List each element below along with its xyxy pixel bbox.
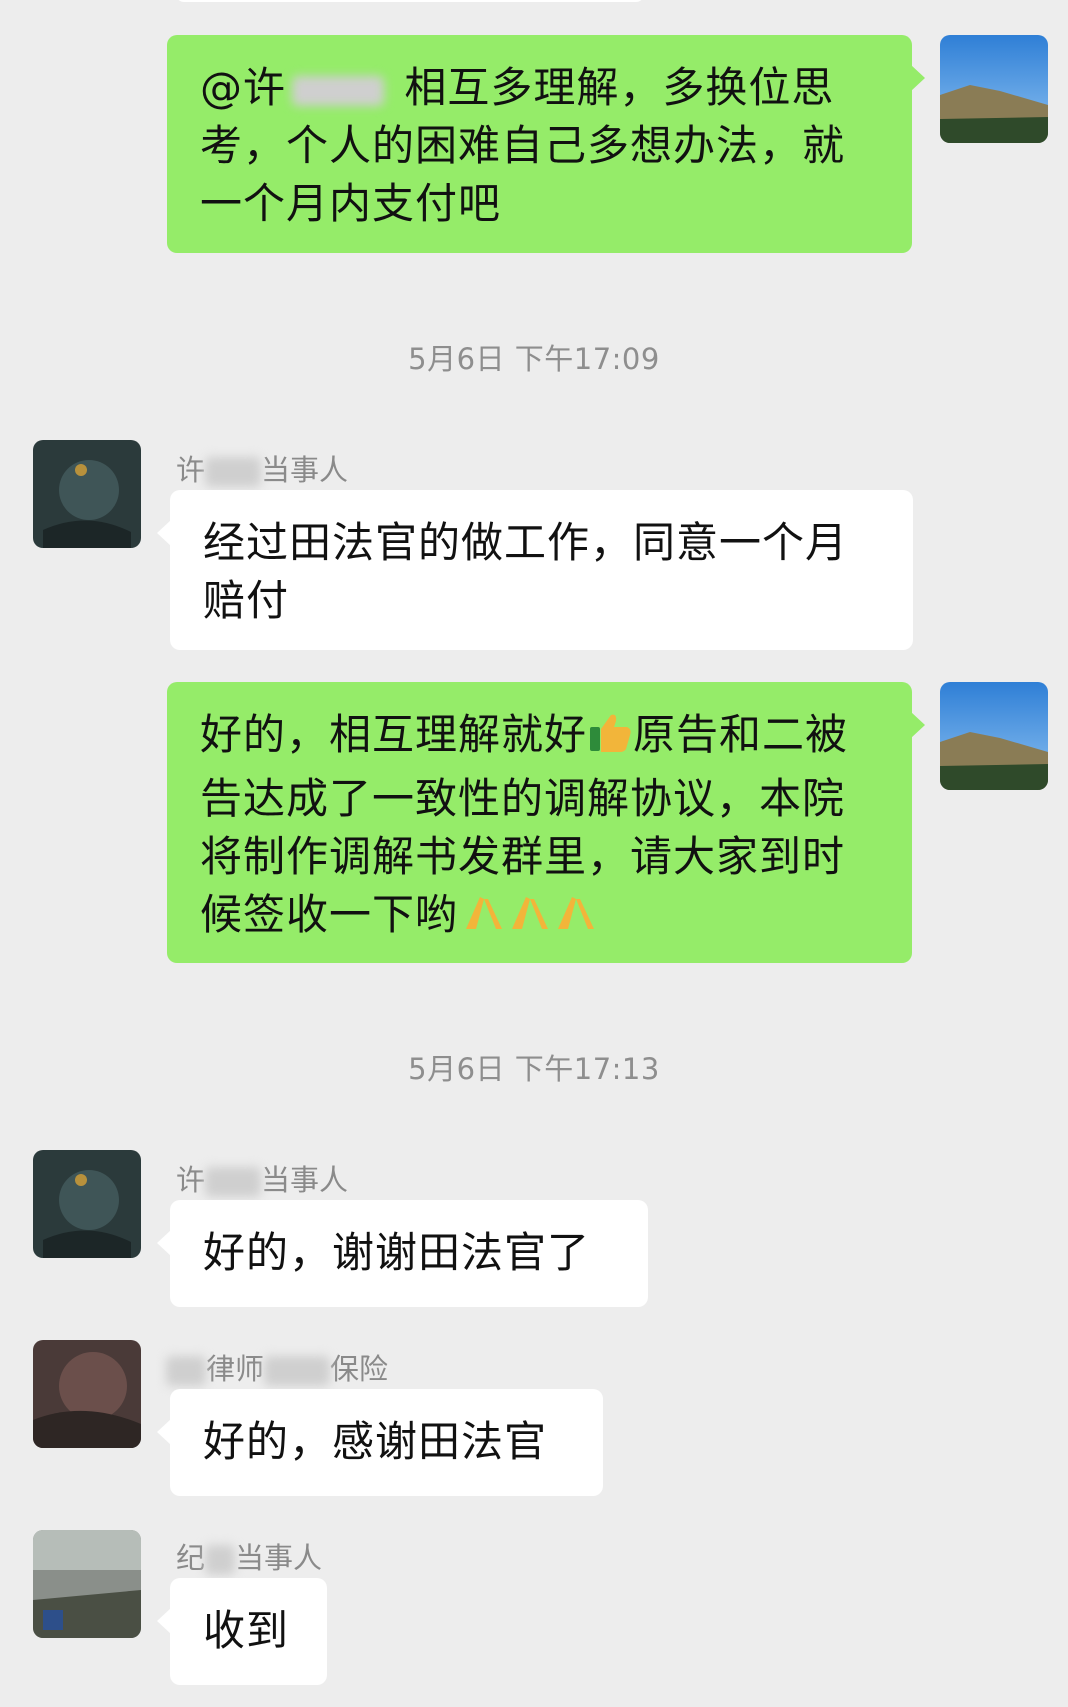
dark-art-avatar-image xyxy=(33,440,141,548)
sender-avatar[interactable] xyxy=(33,1340,141,1448)
message-bubble-incoming[interactable]: 好的，感谢田法官 xyxy=(157,1389,603,1496)
landscape-avatar-image xyxy=(940,682,1048,790)
message-text: 经过田法官的做工作，同意一个月赔付 xyxy=(203,518,849,625)
photo-avatar-image xyxy=(33,1340,141,1448)
mention: @许 xyxy=(200,63,287,112)
my-avatar[interactable] xyxy=(940,35,1048,143)
message-text: 好的，感谢田法官 xyxy=(203,1417,548,1466)
message-bubble-incoming[interactable]: 好的，谢谢田法官了 xyxy=(157,1200,648,1307)
message-text: 收到 xyxy=(203,1606,290,1655)
sender-name: 律师 保险 xyxy=(166,1346,388,1388)
message-bubble-incoming[interactable]: 经过田法官的做工作，同意一个月赔付 xyxy=(157,490,913,650)
timestamp: 5月6日 下午17:09 xyxy=(408,342,660,376)
landscape-avatar-image xyxy=(940,35,1048,143)
sender-avatar[interactable] xyxy=(33,440,141,548)
timestamp: 5月6日 下午17:13 xyxy=(408,1052,660,1086)
sender-name: 许当事人 xyxy=(176,1163,349,1197)
message-bubble-outgoing[interactable]: @许 相互多理解，多换位思考，个人的困难自己多想办法，就一个月内支付吧 xyxy=(167,35,925,253)
sender-avatar[interactable] xyxy=(33,1530,141,1638)
sender-avatar[interactable] xyxy=(33,1150,141,1258)
photo-avatar-image xyxy=(33,1530,141,1638)
message-text: 好的，谢谢田法官了 xyxy=(203,1228,591,1277)
chat-area[interactable]: @许 相互多理解，多换位思考，个人的困难自己多想办法，就一个月内支付吧 5月6日… xyxy=(0,0,1068,1707)
redacted-name xyxy=(292,75,385,106)
message-text: 好的，相互理解就好 xyxy=(200,710,588,759)
my-avatar[interactable] xyxy=(940,682,1048,790)
message-bubble-incoming[interactable]: 收到 xyxy=(157,1578,327,1685)
sender-name: 许当事人 xyxy=(176,453,349,487)
thumbs-up-icon xyxy=(587,709,633,770)
folded-hands-icon xyxy=(458,889,596,950)
dark-art-avatar-image xyxy=(33,1150,141,1258)
sender-name: 纪当事人 xyxy=(176,1541,323,1575)
message-bubble-outgoing[interactable]: 好的，相互理解就好 原告和二被告达成了一致性的调解协议，本院将制作调解书发群里，请… xyxy=(167,682,925,963)
previous-message-bubble xyxy=(176,0,644,2)
